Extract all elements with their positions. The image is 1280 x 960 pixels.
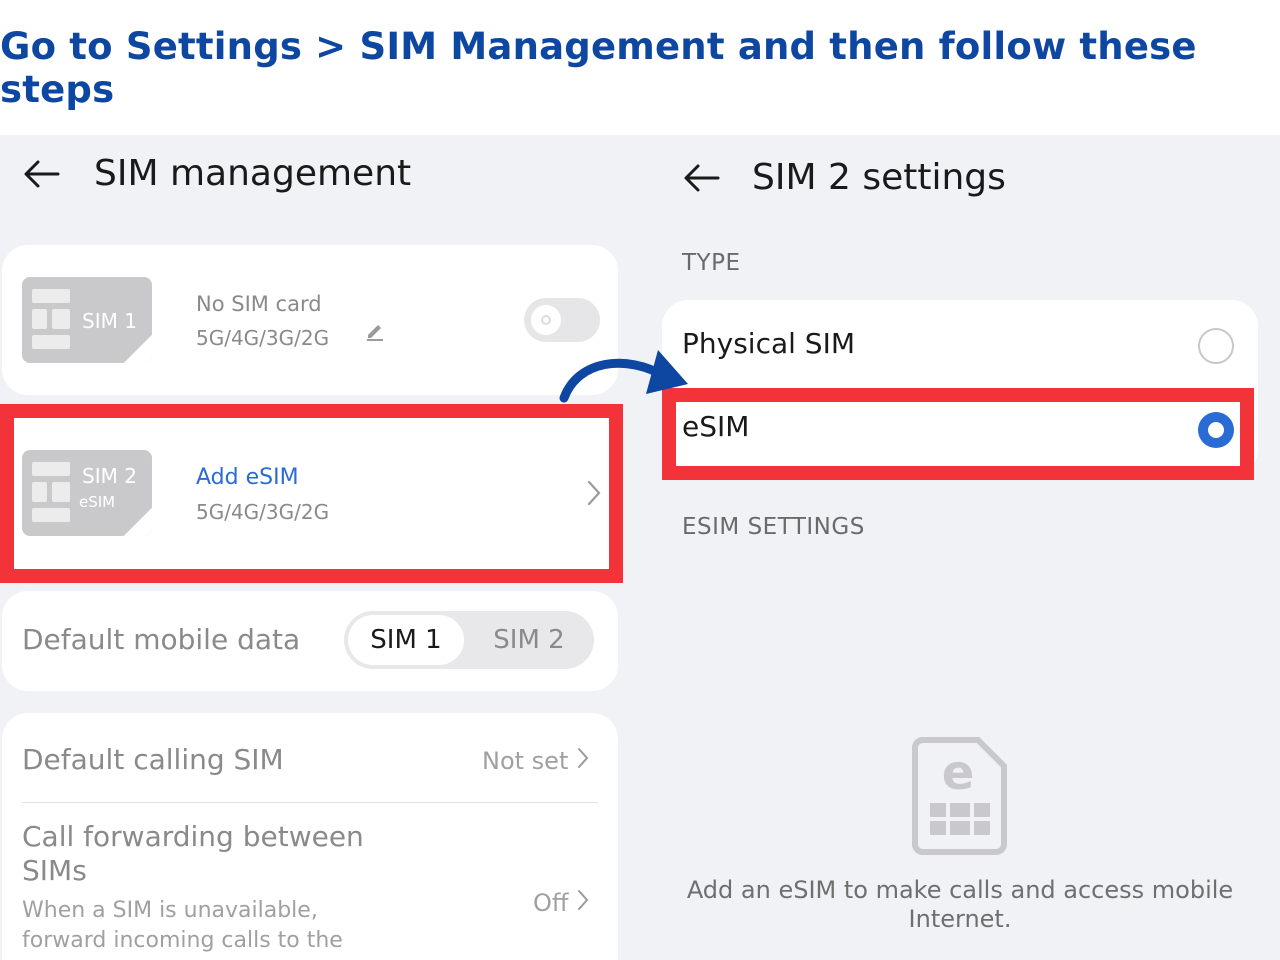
default-data-card: Default mobile data SIM 1 SIM 2 [2, 591, 618, 691]
call-forwarding-desc-2: forward incoming calls to the [22, 928, 343, 953]
call-forwarding-value-wrap: Off [533, 888, 590, 918]
empty-state-line-1: Add an eSIM to make calls and access mob… [686, 876, 1234, 904]
edit-pencil-icon[interactable] [364, 319, 386, 346]
call-forwarding-label-2: SIMs [22, 854, 87, 887]
chevron-right-icon [576, 888, 590, 918]
type-section-label: TYPE [682, 250, 741, 276]
instruction-headline: Go to Settings > SIM Management and then… [0, 0, 1280, 135]
top-bar: SIM 2 settings [682, 157, 1006, 198]
default-data-label: Default mobile data [22, 623, 301, 656]
esim-card-icon: e [912, 737, 1008, 860]
chevron-right-icon [576, 746, 590, 776]
highlight-box-sim2 [0, 404, 623, 583]
sim1-network: 5G/4G/3G/2G [196, 326, 330, 350]
top-bar: SIM management [22, 153, 411, 194]
sim1-card[interactable]: SIM 1 No SIM card 5G/4G/3G/2G [2, 245, 618, 395]
svg-text:e: e [942, 745, 975, 801]
esim-settings-section-label: ESIM SETTINGS [682, 514, 865, 540]
empty-state-line-2: Internet. [908, 905, 1012, 933]
default-calling-label: Default calling SIM [22, 743, 284, 776]
call-forwarding-value: Off [533, 889, 569, 917]
sim2-settings-screen: SIM 2 settings TYPE Physical SIM eSIM ES… [640, 135, 1280, 960]
divider [22, 802, 598, 803]
segment-sim2[interactable]: SIM 2 [468, 615, 590, 665]
default-calling-value: Not set [482, 747, 569, 775]
sim1-status: No SIM card [196, 292, 322, 316]
calling-card: Default calling SIM Not set Call forward… [2, 713, 618, 960]
page-title: SIM management [94, 153, 412, 194]
default-data-selector[interactable]: SIM 1 SIM 2 [344, 611, 594, 669]
call-forwarding-desc-1: When a SIM is unavailable, [22, 898, 318, 923]
physical-sim-radio[interactable] [1198, 328, 1234, 364]
sim1-chip-label: SIM 1 [82, 309, 137, 333]
call-forwarding-label-1: Call forwarding between [22, 820, 364, 853]
curved-arrow-icon [556, 340, 696, 410]
highlight-box-esim [662, 388, 1254, 480]
default-calling-value-wrap: Not set [482, 746, 590, 776]
page-title: SIM 2 settings [752, 157, 1006, 198]
sim1-toggle[interactable] [524, 298, 600, 342]
sim1-card-icon: SIM 1 [22, 277, 152, 363]
physical-sim-label: Physical SIM [682, 327, 855, 360]
back-arrow-icon[interactable] [22, 154, 62, 194]
back-arrow-icon[interactable] [682, 158, 722, 198]
segment-sim1[interactable]: SIM 1 [348, 615, 464, 665]
